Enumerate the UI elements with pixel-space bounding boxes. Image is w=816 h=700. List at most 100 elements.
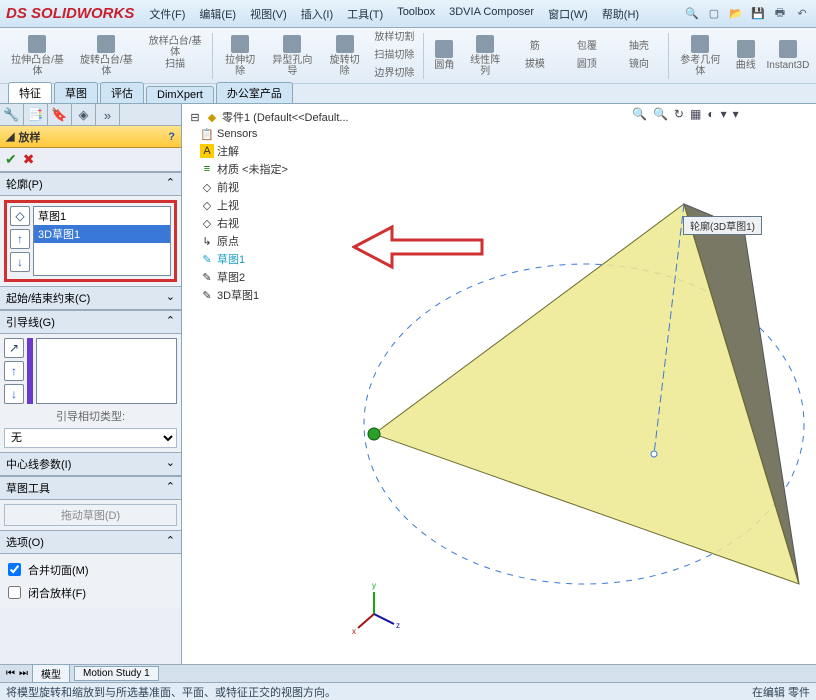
tree-material[interactable]: ≡材质 <未指定> bbox=[184, 160, 350, 178]
hole-wizard-button[interactable]: 异型孔向导 bbox=[265, 31, 320, 81]
tree-origin[interactable]: ↳原点 bbox=[184, 232, 350, 250]
ok-button[interactable]: ✔ bbox=[5, 151, 17, 168]
guide-up-button[interactable]: ↑ bbox=[4, 361, 24, 381]
profile-diamond-icon[interactable]: ◇ bbox=[10, 206, 30, 226]
settings-icon[interactable]: ▾ bbox=[733, 107, 739, 121]
section-centerline[interactable]: 中心线参数(I)⌄ bbox=[0, 452, 181, 476]
viewport[interactable]: 🔍 🔍 ↻ ▦ ◐ ▾ ▾ y z x bbox=[352, 104, 816, 664]
menu-file[interactable]: 文件(F) bbox=[146, 4, 188, 24]
section-sketchtools[interactable]: 草图工具⌃ bbox=[0, 476, 181, 500]
tree-root[interactable]: ⊟◆零件1 (Default<<Default... bbox=[184, 108, 350, 126]
search-icon[interactable]: 🔍 bbox=[684, 6, 700, 22]
zoom-area-icon[interactable]: 🔍 bbox=[653, 107, 668, 121]
instant3d-button[interactable]: Instant3D bbox=[764, 31, 812, 81]
save-icon[interactable]: 💾 bbox=[750, 6, 766, 22]
fillet-button[interactable]: 圆角 bbox=[428, 31, 460, 81]
revolve-boss-button[interactable]: 旋转凸台/基体 bbox=[73, 31, 140, 81]
profile-callout[interactable]: 轮廓(3D草图1) bbox=[683, 216, 762, 235]
print-icon[interactable]: 🖶 bbox=[772, 6, 788, 22]
pm-tab-target-icon[interactable]: ◈ bbox=[72, 104, 96, 126]
tree-sketch1[interactable]: ✎草图1 bbox=[184, 250, 350, 268]
menu-edit[interactable]: 编辑(E) bbox=[196, 4, 239, 24]
material-icon: ≡ bbox=[200, 162, 214, 176]
tab-dimxpert[interactable]: DimXpert bbox=[146, 86, 214, 103]
tree-annotations[interactable]: A注解 bbox=[184, 142, 350, 160]
tab-nav-right-icon[interactable]: ⏭ bbox=[19, 668, 28, 679]
close-loft-checkbox[interactable]: 闭合放样(F) bbox=[4, 581, 177, 604]
shell-button[interactable]: 抽壳 bbox=[614, 38, 664, 56]
rotate-icon[interactable]: ↻ bbox=[674, 107, 684, 121]
extrude-cut-button[interactable]: 拉伸切除 bbox=[217, 31, 263, 81]
tab-office[interactable]: 办公室产品 bbox=[216, 82, 293, 103]
undo-icon[interactable]: ↶ bbox=[794, 6, 810, 22]
tree-top-plane[interactable]: ◇上视 bbox=[184, 196, 350, 214]
list-item[interactable]: 3D草图1 bbox=[34, 225, 170, 243]
tree-front-plane[interactable]: ◇前视 bbox=[184, 178, 350, 196]
drag-sketch-button[interactable]: 拖动草图(D) bbox=[4, 504, 177, 526]
help-icon[interactable]: ? bbox=[168, 131, 175, 143]
tree-sensors[interactable]: 📋Sensors bbox=[184, 126, 350, 142]
guide-tangency-label: 引导相切类型: bbox=[4, 404, 177, 428]
guide-curve-icon[interactable]: ↗ bbox=[4, 338, 24, 358]
move-down-button[interactable]: ↓ bbox=[10, 252, 30, 272]
sweep-button[interactable]: 扫描 bbox=[142, 56, 208, 74]
view-toolbar: 🔍 🔍 ↻ ▦ ◐ ▾ ▾ bbox=[352, 104, 816, 124]
tab-sketch[interactable]: 草图 bbox=[54, 82, 98, 103]
tree-3dsketch1[interactable]: ✎3D草图1 bbox=[184, 286, 350, 304]
revolve-cut-button[interactable]: 旋转切除 bbox=[322, 31, 368, 81]
menu-view[interactable]: 视图(V) bbox=[247, 4, 290, 24]
tree-right-plane[interactable]: ◇右视 bbox=[184, 214, 350, 232]
menu-3dvia[interactable]: 3DVIA Composer bbox=[446, 4, 537, 24]
mirror-button[interactable]: 镜向 bbox=[614, 56, 664, 74]
menu-tools[interactable]: 工具(T) bbox=[344, 4, 386, 24]
tab-motion-study[interactable]: Motion Study 1 bbox=[74, 666, 159, 681]
display-style-icon[interactable]: ◐ bbox=[707, 107, 714, 121]
pm-tab-display-icon[interactable]: 📑 bbox=[24, 104, 48, 126]
section-profiles[interactable]: 轮廓(P)⌃ bbox=[0, 172, 181, 196]
section-options[interactable]: 选项(O)⌃ bbox=[0, 530, 181, 554]
pm-tab-more-icon[interactable]: » bbox=[96, 104, 120, 126]
new-icon[interactable]: ▢ bbox=[706, 6, 722, 22]
boundary-cut-button[interactable]: 边界切除 bbox=[369, 65, 419, 83]
tree-sketch2[interactable]: ✎草图2 bbox=[184, 268, 350, 286]
open-icon[interactable]: 📂 bbox=[728, 6, 744, 22]
section-startend[interactable]: 起始/结束约束(C)⌄ bbox=[0, 286, 181, 310]
pm-tab-config-icon[interactable]: 🔖 bbox=[48, 104, 72, 126]
curves-button[interactable]: 曲线 bbox=[730, 31, 762, 81]
sketch-icon: ✎ bbox=[200, 270, 214, 284]
menu-insert[interactable]: 插入(I) bbox=[298, 4, 336, 24]
rib-button[interactable]: 筋 bbox=[510, 38, 560, 56]
menu-help[interactable]: 帮助(H) bbox=[599, 4, 642, 24]
canvas-3d[interactable]: y z x bbox=[352, 104, 816, 664]
linear-pattern-button[interactable]: 线性阵列 bbox=[462, 31, 508, 81]
tab-evaluate[interactable]: 评估 bbox=[100, 82, 144, 103]
section-guides[interactable]: 引导线(G)⌃ bbox=[0, 310, 181, 334]
tab-model[interactable]: 模型 bbox=[32, 664, 70, 683]
sensor-icon: 📋 bbox=[200, 127, 214, 141]
sweep-cut-button[interactable]: 扫描切除 bbox=[369, 47, 419, 65]
list-item[interactable]: 草图1 bbox=[34, 207, 170, 225]
menu-toolbox[interactable]: Toolbox bbox=[394, 4, 438, 24]
section-icon[interactable]: ▦ bbox=[690, 107, 701, 121]
guide-down-button[interactable]: ↓ bbox=[4, 384, 24, 404]
pm-tab-feature-icon[interactable]: 🔧 bbox=[0, 104, 24, 126]
dome-button[interactable]: 圆顶 bbox=[562, 56, 612, 74]
ref-geometry-button[interactable]: 参考几何体 bbox=[673, 31, 728, 81]
cancel-button[interactable]: ✖ bbox=[23, 151, 35, 168]
move-up-button[interactable]: ↑ bbox=[10, 229, 30, 249]
guide-tangency-select[interactable]: 无 bbox=[4, 428, 177, 448]
loft-boss-button[interactable]: 放样凸台/基体 bbox=[142, 38, 208, 56]
scene-icon[interactable]: ▾ bbox=[721, 107, 727, 121]
tab-nav-left-icon[interactable]: ⏮ bbox=[6, 668, 15, 679]
tab-features[interactable]: 特征 bbox=[8, 82, 52, 103]
merge-faces-checkbox[interactable]: 合并切面(M) bbox=[4, 558, 177, 581]
menu-window[interactable]: 窗口(W) bbox=[545, 4, 591, 24]
wrap-button[interactable]: 包覆 bbox=[562, 38, 612, 56]
plane-icon: ◇ bbox=[200, 180, 214, 194]
zoom-fit-icon[interactable]: 🔍 bbox=[632, 107, 647, 121]
loft-cut-button[interactable]: 放样切割 bbox=[369, 29, 419, 47]
extrude-boss-button[interactable]: 拉伸凸台/基体 bbox=[4, 31, 71, 81]
profiles-list[interactable]: 草图1 3D草图1 bbox=[33, 206, 171, 276]
draft-button[interactable]: 拔模 bbox=[510, 56, 560, 74]
guides-list[interactable] bbox=[36, 338, 177, 404]
